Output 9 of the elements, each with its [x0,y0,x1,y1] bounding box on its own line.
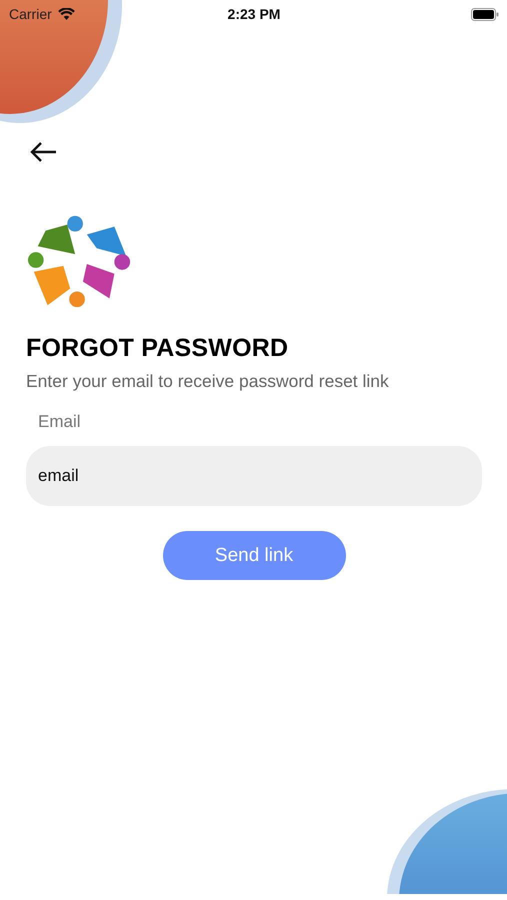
wifi-icon [58,8,75,20]
email-field[interactable]: email [26,446,482,506]
status-time: 2:23 PM [228,6,280,22]
page-title: FORGOT PASSWORD [26,334,290,363]
battery-icon [470,8,499,20]
back-arrow-icon[interactable] [29,141,57,163]
instruction-text: Enter your email to receive password reset link [26,371,390,392]
carrier-label: Carrier [9,6,52,22]
field-label: Email [38,412,82,432]
